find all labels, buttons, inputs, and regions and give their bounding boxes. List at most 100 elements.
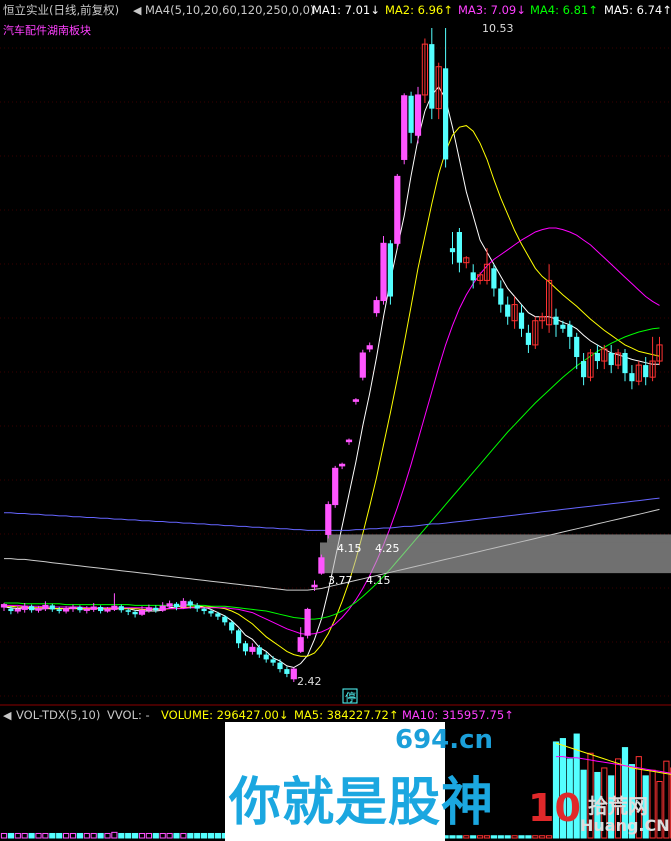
candle-body <box>553 316 559 325</box>
volume-bar <box>21 832 28 839</box>
candle-body <box>118 606 124 611</box>
candle-body <box>138 609 146 615</box>
gap-band <box>320 542 671 574</box>
candle-body <box>49 605 55 610</box>
candle-body <box>622 352 628 374</box>
candle-body <box>277 662 283 670</box>
candle-body <box>629 373 635 382</box>
candle-body <box>408 95 414 133</box>
candle-body <box>491 268 497 289</box>
vol-chevron-icon[interactable]: ◀ <box>3 709 12 722</box>
candle-body <box>339 463 346 467</box>
volume-bar <box>111 831 118 839</box>
candle-body <box>111 605 118 610</box>
volume-bar <box>490 835 497 839</box>
candle-body <box>359 352 366 378</box>
candle-body <box>166 603 173 607</box>
volume-bar <box>201 832 208 839</box>
candle-body <box>505 304 511 317</box>
candle-body <box>318 557 325 574</box>
volume-bar <box>14 832 21 839</box>
candle-body <box>42 604 49 610</box>
candle-body <box>345 439 353 443</box>
candle-body <box>352 399 359 402</box>
candle-body <box>83 608 90 611</box>
candle-body <box>470 272 476 281</box>
candle-body <box>643 365 649 378</box>
candle-body <box>8 608 14 612</box>
volume-bar <box>518 835 525 839</box>
gap2-label-left: 3.77 <box>328 574 353 587</box>
vvol-value: VVOL: - <box>107 708 150 722</box>
volume-bar <box>132 832 139 839</box>
ma4-value: MA4: 6.81↑ <box>530 3 598 17</box>
volume-bar <box>470 835 477 839</box>
volume-bar <box>56 832 63 839</box>
watermark-logo-number: 10 <box>528 786 581 830</box>
candle-body <box>159 605 166 611</box>
candle-body <box>215 613 221 617</box>
candle-body <box>242 643 249 652</box>
candle-body <box>90 606 97 610</box>
candle-body <box>249 646 256 652</box>
ma5-value: MA5: 6.74↑ <box>604 3 671 17</box>
volume-bar <box>63 832 70 839</box>
stock-title: 恒立实业(日线,前复权) <box>3 3 119 17</box>
candle-body <box>332 467 339 506</box>
volume-bar <box>187 832 194 839</box>
candle-body <box>297 637 304 652</box>
volume-bar <box>104 832 111 839</box>
candle-body <box>104 608 111 612</box>
candle-body <box>429 44 435 109</box>
candle-body <box>256 647 262 655</box>
candle-body <box>180 600 187 608</box>
volume-bar <box>118 832 125 839</box>
candle-body <box>77 607 83 611</box>
candle-body <box>0 604 8 608</box>
volume-bar <box>214 832 222 839</box>
volume-bar <box>152 832 159 839</box>
volume-bar <box>0 832 8 839</box>
candle-body <box>270 659 276 663</box>
candle-body <box>290 668 297 680</box>
candle-body <box>581 361 587 378</box>
volume-bar <box>76 832 84 839</box>
vol-indicator-label[interactable]: VOL-TDX(5,10) <box>16 708 100 722</box>
candle-body <box>401 95 408 160</box>
volume-bar <box>194 832 201 839</box>
ma2-value: MA2: 6.96↑ <box>385 3 453 17</box>
volume-bar <box>504 835 511 839</box>
candle-body <box>56 609 62 612</box>
chart: 恒立实业(日线,前复权) ◀ MA4(5,10,20,60,120,250,0,… <box>0 3 671 839</box>
volume-bar <box>173 832 180 839</box>
watermark-logo: 10 拾荒网 Huang.CN <box>528 786 671 841</box>
volume-bar <box>145 832 153 839</box>
candle-body <box>498 288 504 305</box>
candle-body <box>263 654 269 660</box>
ma-chevron-icon[interactable]: ◀ <box>133 4 142 17</box>
vol-ma10-value: MA10: 315957.75↑ <box>402 708 514 722</box>
watermark-slogan: 你就是股神 <box>229 773 495 833</box>
candle-body <box>304 608 311 636</box>
volume-bar <box>7 832 14 839</box>
candle-body <box>449 248 456 253</box>
candle-body <box>387 243 393 297</box>
candle-body <box>194 605 200 609</box>
volume-bar <box>166 832 173 839</box>
candle-body <box>394 175 401 244</box>
candle-body <box>366 345 373 350</box>
ma-indicator-label[interactable]: MA4(5,10,20,60,120,250,0,0) <box>145 3 314 17</box>
candle-body <box>132 611 138 615</box>
gap-label-left: 4.15 <box>337 542 362 555</box>
candle-body <box>229 622 235 631</box>
volume-bar <box>69 832 77 839</box>
low-price-label: 2.42 <box>297 675 322 688</box>
candle-body <box>414 94 422 136</box>
candle-body <box>21 605 28 610</box>
candle-body <box>14 608 21 612</box>
candle-body <box>560 324 566 329</box>
volume-bar <box>42 832 49 839</box>
ma1-value: MA1: 7.01↓ <box>312 3 380 17</box>
watermark-site: 694.cn <box>395 725 494 755</box>
gap-label-right: 4.25 <box>375 542 400 555</box>
